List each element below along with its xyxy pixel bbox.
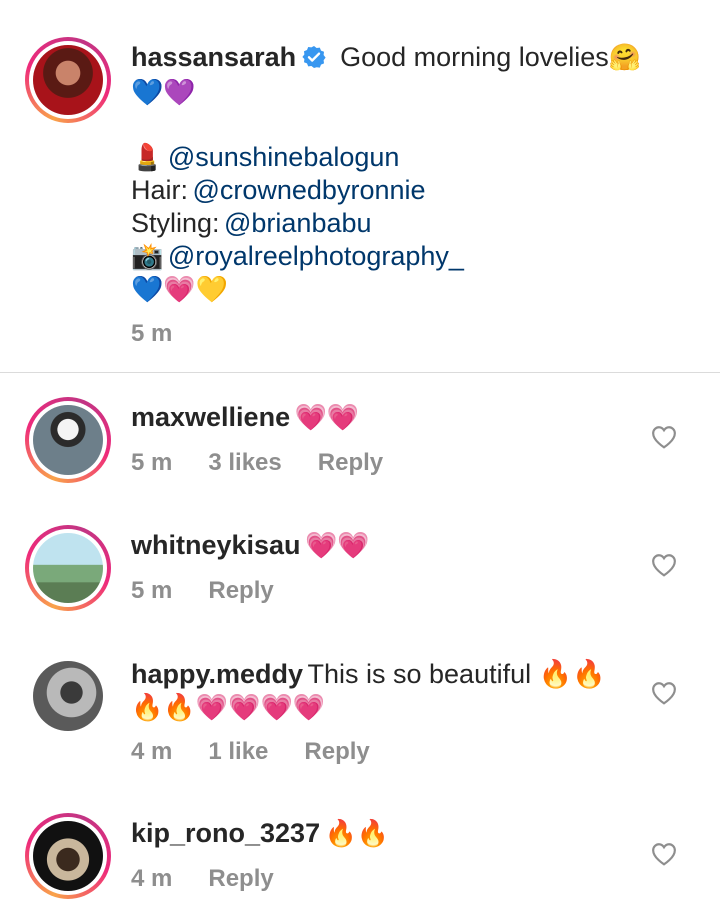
credit-makeup: 💄 @sunshinebalogun: [131, 142, 399, 173]
comment-4-reply-button[interactable]: Reply: [208, 865, 273, 892]
credit-hair: Hair: @crownedbyronnie: [131, 175, 426, 206]
avatar-whitneykisau[interactable]: [25, 525, 111, 611]
comment-1-meta: 5 m 3 likes Reply: [131, 449, 419, 477]
heart-outline-icon[interactable]: [651, 425, 677, 449]
comment-3-username[interactable]: happy.meddy: [131, 659, 303, 689]
heart-outline-icon[interactable]: [651, 842, 677, 866]
credit-styling-label: Styling:: [131, 208, 220, 238]
caption-timestamp: 5 m: [131, 320, 173, 347]
comment-2-timestamp: 5 m: [131, 577, 173, 604]
caption-username[interactable]: hassansarah: [131, 42, 296, 72]
caption-meta: 5 m: [131, 320, 208, 348]
comment-2-body: whitneykisau 💗💗: [131, 530, 370, 561]
hugging-face-emoji: 🤗: [608, 42, 642, 72]
credit-photography: 📸 @royalreelphotography_: [131, 241, 464, 272]
mention-royalreelphotography[interactable]: @royalreelphotography_: [168, 241, 464, 271]
comment-3-meta: 4 m 1 like Reply: [131, 738, 406, 766]
comment-1-timestamp: 5 m: [131, 449, 173, 476]
mention-sunshinebalogun[interactable]: @sunshinebalogun: [168, 142, 400, 172]
verified-badge-icon: [302, 46, 326, 68]
avatar-kip-rono[interactable]: [25, 813, 111, 899]
comment-2-username[interactable]: whitneykisau: [131, 530, 301, 560]
credit-styling: Styling: @brianbabu: [131, 208, 372, 239]
heart-outline-icon[interactable]: [651, 553, 677, 577]
camera-flash-emoji: 📸: [131, 241, 164, 271]
comment-1-username[interactable]: maxwelliene: [131, 402, 290, 432]
caption-text: Good morning lovelies: [340, 42, 609, 72]
comment-4-body: kip_rono_3237 🔥🔥: [131, 818, 389, 849]
comment-1-reply-button[interactable]: Reply: [318, 449, 383, 476]
comment-3-body: happy.meddy This is so beautiful 🔥🔥: [131, 658, 606, 690]
avatar-happy-meddy[interactable]: [25, 653, 111, 739]
avatar-hassansarah[interactable]: [25, 37, 111, 123]
comment-4-username[interactable]: kip_rono_3237: [131, 818, 320, 848]
comment-3-reply-button[interactable]: Reply: [304, 738, 369, 765]
lipstick-emoji: 💄: [131, 142, 164, 172]
comment-2-reply-button[interactable]: Reply: [208, 577, 273, 604]
comment-1-text: 💗💗: [294, 402, 360, 432]
comment-3-text-continued: 🔥🔥💗💗💗💗: [131, 692, 326, 722]
comment-2-text: 💗💗: [305, 530, 370, 560]
caption-emoji-hearts-2: 💙💗💛: [131, 274, 229, 304]
mention-brianbabu[interactable]: @brianbabu: [224, 208, 372, 238]
comment-1-body: maxwelliene 💗💗: [131, 402, 359, 433]
comment-1-likes[interactable]: 3 likes: [208, 449, 281, 476]
heart-outline-icon[interactable]: [651, 681, 677, 705]
comment-4-timestamp: 4 m: [131, 865, 173, 892]
caption-header: hassansarah Good morning lovelies🤗: [131, 42, 641, 73]
comment-3-timestamp: 4 m: [131, 738, 173, 765]
caption-emoji-hearts-1: 💙💜: [131, 77, 196, 107]
comment-2-meta: 5 m Reply: [131, 577, 310, 605]
mention-crownedbyronnie[interactable]: @crownedbyronnie: [192, 175, 425, 205]
comment-4-text: 🔥🔥: [324, 818, 390, 848]
credit-hair-label: Hair:: [131, 175, 189, 205]
comment-4-meta: 4 m Reply: [131, 865, 310, 893]
avatar-maxwelliene[interactable]: [25, 397, 111, 483]
comment-3-likes[interactable]: 1 like: [208, 738, 268, 765]
divider: [0, 372, 720, 373]
comment-3-text: This is so beautiful 🔥🔥: [307, 659, 606, 689]
